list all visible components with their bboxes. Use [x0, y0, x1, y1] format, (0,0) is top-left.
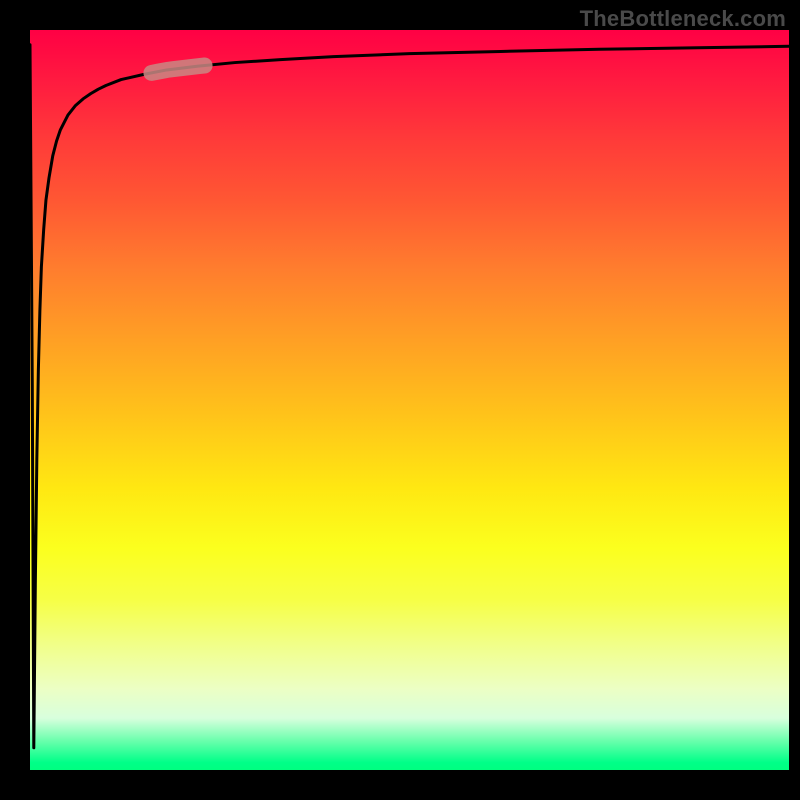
curve-highlight [151, 66, 204, 73]
curve-layer [30, 30, 789, 770]
bottleneck-curve [30, 45, 789, 748]
credit-label: TheBottleneck.com [580, 6, 786, 32]
chart-stage: TheBottleneck.com [0, 0, 800, 800]
